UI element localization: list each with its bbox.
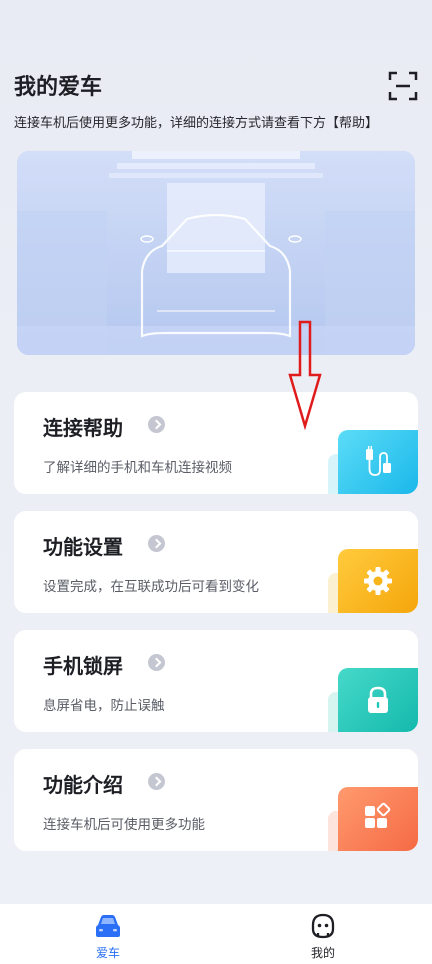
card-title: 功能设置: [43, 535, 123, 559]
connection-hint-text: 连接车机后使用更多功能，详细的连接方式请查看下方【帮助】: [14, 116, 379, 131]
page-title: 我的爱车: [14, 75, 103, 100]
card-description: 设置完成，在互联成功后可看到变化: [43, 579, 259, 595]
card-phone-lock[interactable]: 手机锁屏 息屏省电，防止误触: [14, 630, 418, 732]
tab-label: 爱车: [95, 946, 120, 960]
apps-icon: [338, 787, 418, 851]
red-down-arrow-icon: [288, 320, 322, 430]
scan-button[interactable]: [388, 71, 418, 101]
lock-icon: [338, 668, 418, 732]
tab-mine[interactable]: 我的: [263, 904, 383, 964]
tab-my-car[interactable]: 爱车: [48, 904, 168, 964]
scan-icon: [388, 71, 418, 101]
tab-label: 我的: [310, 946, 335, 960]
card-description: 息屏省电，防止误触: [43, 698, 165, 714]
chevron-right-icon: [148, 416, 165, 433]
chevron-right-icon: [148, 654, 165, 671]
car-hero-image: [17, 151, 415, 355]
card-description: 连接车机后可使用更多功能: [43, 817, 205, 833]
bottom-tab-bar: 爱车 我的: [0, 904, 432, 964]
card-title: 连接帮助: [43, 416, 123, 440]
car-icon: [96, 915, 120, 937]
card-function-settings[interactable]: 功能设置 设置完成，在互联成功后可看到变化: [14, 511, 418, 613]
chevron-right-icon: [148, 773, 165, 790]
card-title: 功能介绍: [43, 773, 123, 797]
profile-icon: [311, 913, 335, 939]
card-description: 了解详细的手机和车机连接视频: [43, 460, 232, 476]
gear-icon: [338, 549, 418, 613]
card-title: 手机锁屏: [43, 654, 123, 678]
card-connection-help[interactable]: 连接帮助 了解详细的手机和车机连接视频: [14, 392, 418, 494]
usb-cable-icon: [338, 430, 418, 494]
header: 我的爱车: [14, 70, 418, 106]
chevron-right-icon: [148, 535, 165, 552]
card-function-intro[interactable]: 功能介绍 连接车机后可使用更多功能: [14, 749, 418, 851]
